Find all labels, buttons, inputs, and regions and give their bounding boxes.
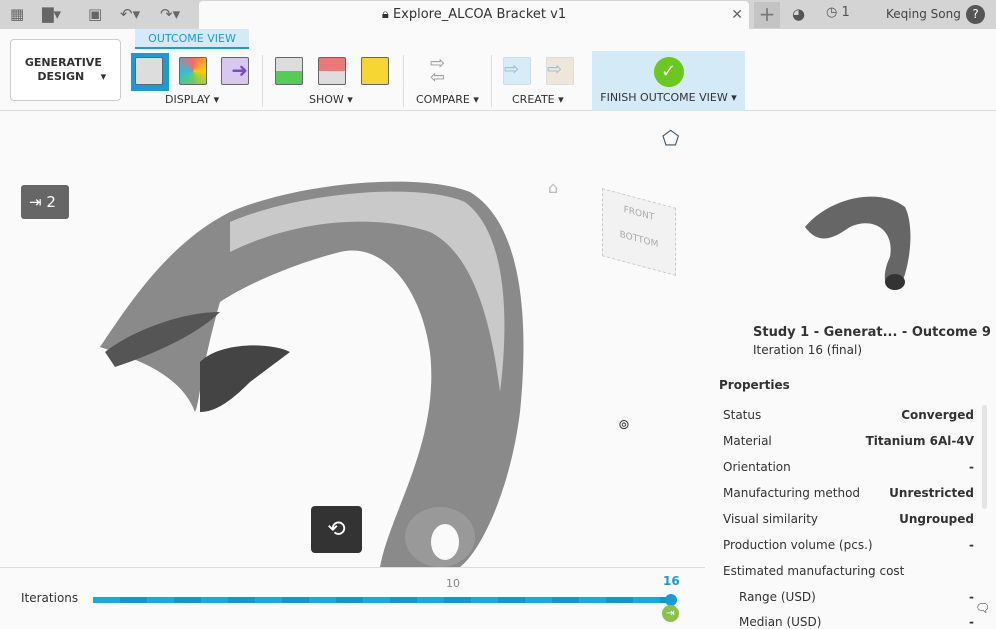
- new-tab-button[interactable]: +: [754, 2, 780, 28]
- tag-icon[interactable]: ⬠: [662, 126, 679, 150]
- tab-outcome-view[interactable]: OUTCOME VIEW: [135, 29, 249, 49]
- show-obstacle-button[interactable]: [318, 57, 346, 85]
- property-row: Material Titanium 6Al-4V: [723, 434, 974, 448]
- help-icon[interactable]: ?: [966, 5, 985, 24]
- ribbon: GENERATIVE DESIGN ▾ OUTCOME VIEW ➜ DISPL…: [0, 29, 996, 111]
- iterations-slider-area: Iterations 10 16 ⇥: [0, 567, 705, 627]
- display-menu[interactable]: DISPLAY ▾: [165, 93, 219, 106]
- comments-icon[interactable]: 🗨︎: [975, 601, 990, 615]
- orbit-cursor-icon: ⊚: [618, 417, 630, 433]
- workspace-switcher[interactable]: GENERATIVE DESIGN ▾: [10, 39, 121, 101]
- job-status-button[interactable]: ◷ 1: [826, 5, 850, 20]
- document-title: Explore_ALCOA Bracket v1: [392, 7, 567, 22]
- finish-label: FINISH OUTCOME VIEW: [600, 91, 728, 104]
- outcome-subtitle: Iteration 16 (final): [753, 343, 863, 357]
- orbit-button[interactable]: ⟲: [311, 506, 362, 553]
- create-editable-icon[interactable]: ⇨: [503, 57, 531, 85]
- iterations-track[interactable]: [93, 597, 671, 603]
- file-menu-icon[interactable]: ▇▾: [42, 5, 61, 23]
- show-body-button[interactable]: [361, 57, 389, 85]
- show-menu[interactable]: SHOW ▾: [309, 93, 353, 106]
- outcome-title: Study 1 - Generat... - Outcome 9: [753, 325, 991, 340]
- display-arrow-button[interactable]: ➜: [221, 57, 249, 85]
- property-row: Production volume (pcs.) -: [723, 538, 974, 552]
- property-row: Status Converged: [723, 408, 974, 422]
- property-row: Manufacturing method Unrestricted: [723, 486, 974, 500]
- apps-grid-icon[interactable]: ▦: [10, 5, 24, 23]
- display-shaded-button[interactable]: [131, 53, 169, 91]
- finish-outcome-view-button[interactable]: ✓ FINISH OUTCOME VIEW ▾: [592, 51, 745, 111]
- iterations-label: Iterations: [21, 591, 79, 605]
- home-view-icon[interactable]: ⌂: [548, 178, 558, 197]
- extensions-icon[interactable]: ◕: [792, 5, 805, 23]
- workspace-label: GENERATIVE DESIGN: [24, 56, 102, 83]
- close-icon[interactable]: ✕: [731, 1, 743, 29]
- properties-heading: Properties: [719, 378, 790, 392]
- create-mesh-icon[interactable]: ⇨: [546, 57, 574, 85]
- outcome-thumbnail: [805, 196, 911, 290]
- property-row: Visual similarity Ungrouped: [723, 512, 974, 526]
- check-icon: ✓: [653, 57, 684, 87]
- current-iteration: 16: [663, 574, 680, 588]
- viewcube-bottom[interactable]: BOTTOM: [603, 225, 675, 254]
- bracket-model: [100, 181, 524, 567]
- save-icon[interactable]: ▣: [88, 5, 102, 23]
- viewport[interactable]: ⇥ 2 ⌂ FRONT BOTTOM ⬠ ⊚ ⟲: [0, 112, 705, 567]
- top-bar: ▦ ▇▾ ▣ ↶▾ ↷▾ 🔒︎ Explore_ALCOA Bracket v1…: [0, 0, 996, 30]
- property-row: Range (USD) -: [739, 590, 974, 604]
- tick-label: 10: [446, 577, 460, 590]
- document-tab[interactable]: 🔒︎ Explore_ALCOA Bracket v1 ✕: [199, 1, 749, 30]
- outcome-panel: Study 1 - Generat... - Outcome 9 Iterati…: [705, 112, 996, 629]
- compare-icon[interactable]: ⇨ ⇦: [430, 55, 445, 87]
- show-preserve-button[interactable]: [275, 57, 303, 85]
- compare-menu[interactable]: COMPARE ▾: [416, 93, 479, 106]
- create-menu[interactable]: CREATE ▾: [512, 93, 564, 106]
- redo-icon[interactable]: ↷▾: [160, 5, 180, 23]
- job-count: 1: [841, 5, 850, 20]
- property-row: Orientation -: [723, 460, 974, 474]
- final-iteration-marker-icon[interactable]: ⇥: [662, 605, 679, 622]
- undo-icon[interactable]: ↶▾: [120, 5, 140, 23]
- lock-icon: 🔒︎: [381, 7, 393, 22]
- user-name[interactable]: Keqing Song: [886, 7, 961, 21]
- display-stress-button[interactable]: [179, 57, 207, 85]
- property-row: Estimated manufacturing cost: [723, 564, 905, 578]
- scrollbar[interactable]: [982, 405, 987, 509]
